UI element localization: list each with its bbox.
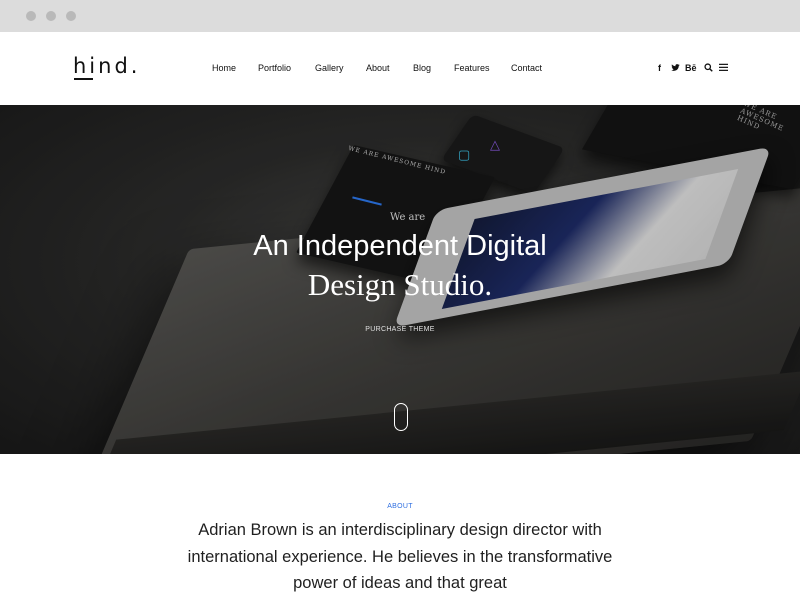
window-dot-icon bbox=[66, 11, 76, 21]
scroll-down-indicator[interactable] bbox=[394, 403, 408, 431]
behance-icon[interactable]: Bē bbox=[685, 63, 697, 73]
nav-item-portfolio[interactable]: Portfolio bbox=[258, 63, 291, 73]
search-icon[interactable] bbox=[704, 63, 713, 74]
hero-title-line2: Design Studio. bbox=[307, 267, 493, 302]
nav-item-home[interactable]: Home bbox=[212, 63, 236, 73]
site-logo[interactable]: hind. bbox=[73, 54, 140, 78]
nav-item-about[interactable]: About bbox=[366, 63, 390, 73]
hero-section: WE ARE AWESOME HIND ▢ △ WE ARE AWESOME H… bbox=[0, 105, 800, 454]
hero-title-line1: An Independent Digital bbox=[253, 230, 547, 262]
nav-item-contact[interactable]: Contact bbox=[511, 63, 542, 73]
about-text: Adrian Brown is an interdisciplinary des… bbox=[187, 521, 613, 592]
facebook-icon[interactable]: f bbox=[658, 63, 661, 73]
twitter-icon[interactable] bbox=[671, 63, 680, 74]
nav-item-gallery[interactable]: Gallery bbox=[315, 63, 344, 73]
window-dot-icon bbox=[46, 11, 56, 21]
logo-underline bbox=[74, 78, 93, 80]
window-dot-icon bbox=[26, 11, 36, 21]
nav-item-blog[interactable]: Blog bbox=[413, 63, 431, 73]
browser-chrome bbox=[0, 0, 800, 32]
purchase-theme-link[interactable]: PURCHASE THEME bbox=[350, 326, 450, 333]
menu-icon[interactable] bbox=[719, 63, 728, 74]
site-header: hind. Home Portfolio Gallery About Blog … bbox=[0, 32, 800, 105]
about-label: ABOUT bbox=[387, 503, 413, 510]
nav-item-features[interactable]: Features bbox=[454, 63, 490, 73]
